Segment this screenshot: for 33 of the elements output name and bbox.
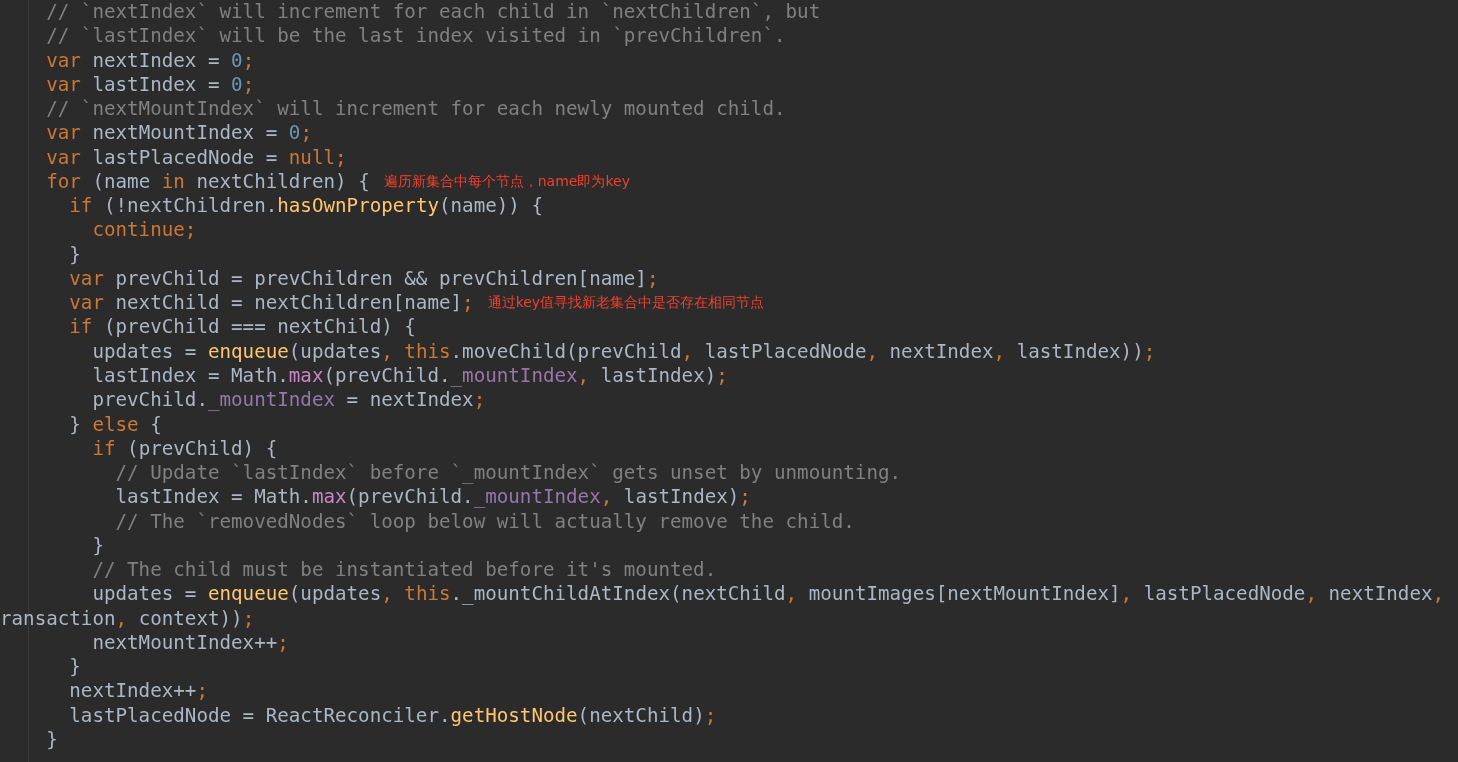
- code-line: ransaction, context));: [0, 606, 255, 631]
- code-line: if (prevChild) {: [91, 436, 278, 462]
- code-line: if (!nextChildren.hasOwnProperty(name)) {: [68, 194, 543, 219]
- code-line: continue;: [91, 218, 197, 243]
- code-line: updates = enqueue(updates, this.moveChild(prevChild, lastPlacedNode, nextIndex, lastIndex));: [91, 339, 1156, 364]
- code-line: var lastIndex = 0;: [45, 72, 255, 98]
- code-line: lastIndex = Math.max(prevChild._mountIndex, lastIndex);: [91, 364, 728, 389]
- code-line: if (prevChild === nextChild) {: [68, 315, 416, 340]
- code-line: lastIndex = Math.max(prevChild._mountIndex, lastIndex);: [114, 485, 751, 510]
- code-line: }: [45, 727, 58, 753]
- code-line: lastPlacedNode = ReactReconciler.getHostNode(nextChild);: [68, 703, 717, 728]
- code-line: var nextIndex = 0;: [45, 48, 255, 73]
- annotation-note: 通过key值寻找新老集合中是否存在相同节点: [487, 294, 765, 313]
- code-line: } else {: [68, 412, 162, 437]
- code-line: var prevChild = prevChildren && prevChildren[name];: [68, 266, 659, 292]
- code-line: prevChild._mountIndex = nextIndex;: [91, 388, 486, 413]
- code-line: }: [91, 533, 104, 559]
- code-line: }: [68, 242, 81, 267]
- code-line: // `nextIndex` will increment for each child in `nextChildren`, but: [45, 0, 821, 25]
- code-line: // The `removedNodes` loop below will actually remove the child.: [114, 509, 855, 534]
- code-line: var lastPlacedNode = null;: [45, 145, 347, 170]
- code-line: nextIndex++;: [68, 679, 208, 704]
- code-line: // The child must be instantiated before it's mounted.: [91, 558, 717, 583]
- code-line: var nextMountIndex = 0;: [45, 121, 312, 146]
- code-line: // Update `lastIndex` before `_mountIndex` gets unset by unmounting.: [114, 461, 902, 486]
- code-line: // `nextMountIndex` will increment for each newly mounted child.: [45, 97, 786, 122]
- code-line: // `lastIndex` will be the last index visited in `prevChildren`.: [45, 24, 786, 49]
- code-line: nextMountIndex++;: [91, 630, 289, 656]
- code-line: updates = enqueue(updates, this._mountChildAtIndex(nextChild, mountImages[nextMountIndex], lastPlacedNode, nextIndex,: [91, 582, 1445, 607]
- code-line: for (name in nextChildren) {: [45, 169, 370, 195]
- annotation-note: 遍历新集合中每个节点，name即为key: [383, 173, 630, 191]
- code-line: }: [68, 655, 81, 680]
- code-line: var nextChild = nextChildren[name];: [68, 291, 474, 316]
